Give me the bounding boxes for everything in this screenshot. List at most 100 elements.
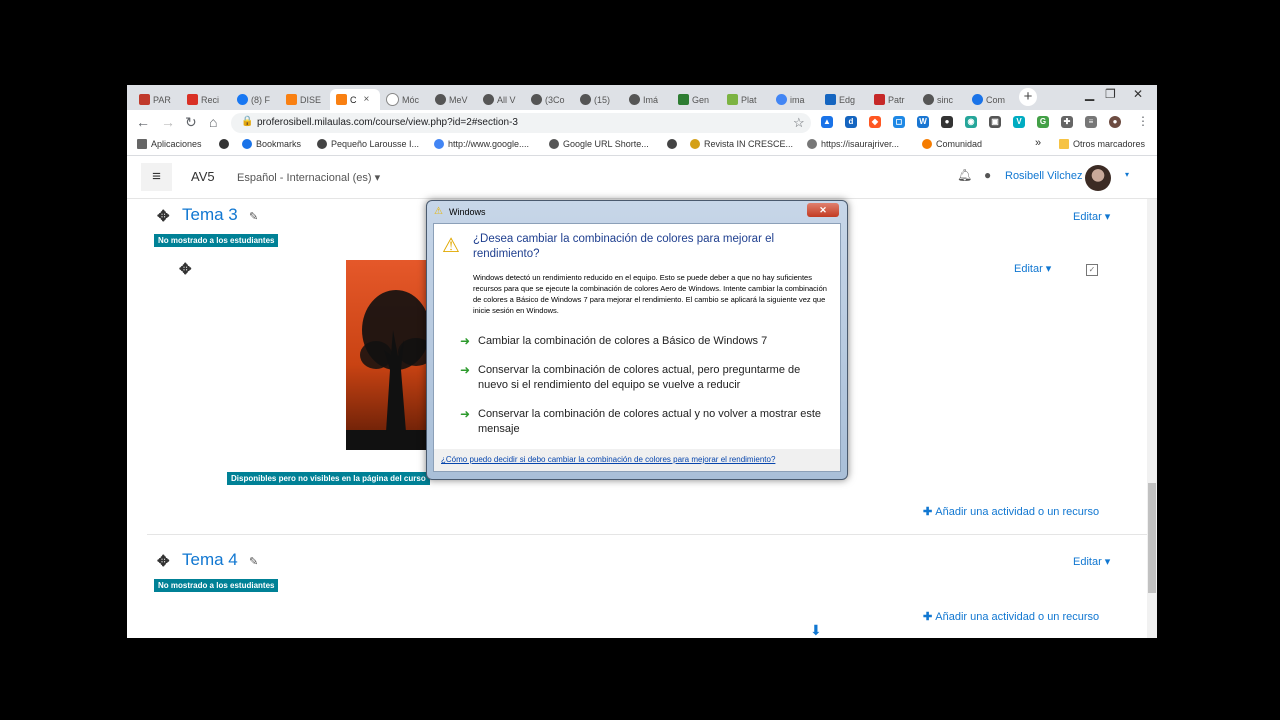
bell-icon[interactable]: 🔔︎: [957, 168, 972, 182]
browser-tab[interactable]: All V: [477, 89, 523, 110]
windows-dialog: ⚠ Windows ✕ ⚠ ¿Desea cambiar la combinac…: [426, 200, 848, 480]
tab-favicon: [531, 94, 542, 105]
bookmark-item[interactable]: Aplicaciones: [137, 139, 202, 149]
bookmark-favicon: [690, 139, 700, 149]
minimize-button[interactable]: ▁: [1085, 87, 1094, 101]
scrollbar-thumb[interactable]: [1148, 483, 1156, 593]
browser-tab[interactable]: (3Co: [525, 89, 571, 110]
section-title[interactable]: Tema 3: [182, 205, 238, 225]
home-icon[interactable]: ⌂: [209, 114, 217, 130]
user-name[interactable]: Rosibell Vilchez: [1005, 170, 1082, 182]
extension-icon[interactable]: ▲: [821, 116, 833, 128]
language-menu[interactable]: Español - Internacional (es) ▾: [237, 171, 380, 184]
extension-icon[interactable]: W: [917, 116, 929, 128]
chat-icon[interactable]: ●: [984, 168, 991, 182]
browser-tab[interactable]: sinc: [917, 89, 963, 110]
browser-tab[interactable]: Reci: [181, 89, 229, 110]
new-tab-button[interactable]: +: [1019, 88, 1037, 106]
menu-kebab-icon[interactable]: ⋮: [1137, 114, 1149, 128]
window-close-button[interactable]: ✕: [1133, 87, 1143, 101]
browser-tab[interactable]: Imá: [623, 89, 669, 110]
arrow-down-icon[interactable]: ⬇: [810, 622, 822, 638]
extension-icon[interactable]: V: [1013, 116, 1025, 128]
profile-avatar-icon[interactable]: ●: [1109, 116, 1121, 128]
tab-label: Móc: [402, 94, 420, 105]
browser-tab[interactable]: DISE: [280, 89, 328, 110]
bookmark-item[interactable]: Google URL Shorte...: [549, 139, 649, 149]
browser-tab[interactable]: (8) F: [231, 89, 279, 110]
browser-tab[interactable]: Móc: [380, 89, 426, 110]
bookmark-item[interactable]: Comunidad: [922, 139, 982, 149]
visibility-badge: Disponibles pero no visibles en la págin…: [227, 472, 430, 485]
browser-tab[interactable]: PAR: [133, 89, 177, 110]
extension-icon[interactable]: ●: [941, 116, 953, 128]
bookmark-star-icon[interactable]: ☆: [793, 115, 805, 131]
section-edit-menu[interactable]: Editar ▾: [1073, 555, 1110, 568]
bookmark-item[interactable]: Bookmarks: [242, 139, 301, 149]
site-name[interactable]: AV5: [191, 169, 215, 184]
dialog-option-basic[interactable]: ➜ Cambiar la combinación de colores a Bá…: [460, 334, 828, 349]
bookmark-item[interactable]: Revista IN CRESCE...: [690, 139, 793, 149]
dialog-body: ⚠ ¿Desea cambiar la combinación de color…: [433, 223, 841, 451]
back-icon[interactable]: ←: [136, 114, 150, 130]
activity-edit-menu[interactable]: Editar ▾: [1014, 262, 1051, 275]
pencil-icon[interactable]: ✎: [249, 555, 258, 568]
tab-favicon: [139, 94, 150, 105]
bookmark-item[interactable]: [219, 139, 229, 149]
extension-icon[interactable]: d: [845, 116, 857, 128]
completion-checkbox[interactable]: ✓: [1086, 264, 1098, 276]
arrow-right-icon: ➜: [460, 363, 471, 377]
github-icon: [219, 139, 229, 149]
dialog-option-keep-ask[interactable]: ➜ Conservar la combinación de colores ac…: [460, 363, 828, 393]
browser-tab[interactable]: Gen: [672, 89, 718, 110]
dialog-option-keep-never[interactable]: ➜ Conservar la combinación de colores ac…: [460, 407, 828, 437]
reload-icon[interactable]: ↻: [185, 114, 197, 131]
bookmarks-bar: Aplicaciones Bookmarks Pequeño Larousse …: [127, 135, 1157, 156]
reading-list-icon[interactable]: ≡: [1085, 116, 1097, 128]
section-title[interactable]: Tema 4: [182, 550, 238, 570]
add-activity-link[interactable]: ✚ Añadir una actividad o un recurso: [923, 610, 1099, 623]
extension-icon[interactable]: ◆: [869, 116, 881, 128]
other-bookmarks[interactable]: Otros marcadores: [1059, 139, 1145, 149]
section-edit-menu[interactable]: Editar ▾: [1073, 210, 1110, 223]
move-icon[interactable]: ✥: [179, 260, 192, 278]
browser-tab[interactable]: Com: [966, 89, 1014, 110]
bookmark-item[interactable]: https://isaurajriver...: [807, 139, 899, 149]
extension-icon[interactable]: ◻: [893, 116, 905, 128]
dialog-close-button[interactable]: ✕: [807, 203, 839, 217]
pencil-icon[interactable]: ✎: [249, 210, 258, 223]
browser-tab-active[interactable]: C ×: [330, 89, 380, 110]
move-icon[interactable]: ✥: [157, 552, 170, 570]
add-activity-link[interactable]: ✚ Añadir una actividad o un recurso: [923, 505, 1099, 518]
option-label: Conservar la combinación de colores actu…: [478, 364, 801, 391]
extension-icon[interactable]: ◉: [965, 116, 977, 128]
restore-button[interactable]: ❐: [1105, 87, 1116, 101]
avatar[interactable]: [1085, 165, 1111, 191]
browser-tab[interactable]: Plat: [721, 89, 767, 110]
moodle-icon: [336, 94, 347, 105]
bookmark-item[interactable]: [667, 139, 677, 149]
browser-tab[interactable]: (15): [574, 89, 620, 110]
address-bar[interactable]: 🔒 proferosibell.milaulas.com/course/view…: [231, 113, 811, 133]
browser-tab[interactable]: Edg: [819, 89, 865, 110]
add-activity-label: Añadir una actividad o un recurso: [935, 506, 1100, 518]
bookmark-item[interactable]: Pequeño Larousse I...: [317, 139, 419, 149]
globe-icon: [667, 139, 677, 149]
drawer-toggle-button[interactable]: ≡: [141, 163, 172, 191]
extension-icon[interactable]: ▣: [989, 116, 1001, 128]
browser-tab[interactable]: Patr: [868, 89, 914, 110]
bookmark-label: Google URL Shorte...: [563, 139, 649, 149]
chevron-down-icon[interactable]: ▾: [1125, 170, 1129, 179]
move-icon[interactable]: ✥: [157, 207, 170, 225]
browser-tab[interactable]: MeV: [429, 89, 475, 110]
bookmarks-overflow[interactable]: »: [1035, 137, 1041, 149]
bookmark-item[interactable]: http://www.google....: [434, 139, 529, 149]
browser-tab[interactable]: ima: [770, 89, 816, 110]
option-label: Cambiar la combinación de colores a Bási…: [478, 335, 768, 347]
puzzle-icon[interactable]: ✚: [1061, 116, 1073, 128]
tab-label: Com: [986, 94, 1006, 105]
forward-icon[interactable]: →: [161, 114, 175, 130]
extension-icon[interactable]: G: [1037, 116, 1049, 128]
close-icon[interactable]: ×: [364, 94, 370, 105]
help-link[interactable]: ¿Cómo puedo decidir si debo cambiar la c…: [441, 455, 775, 464]
